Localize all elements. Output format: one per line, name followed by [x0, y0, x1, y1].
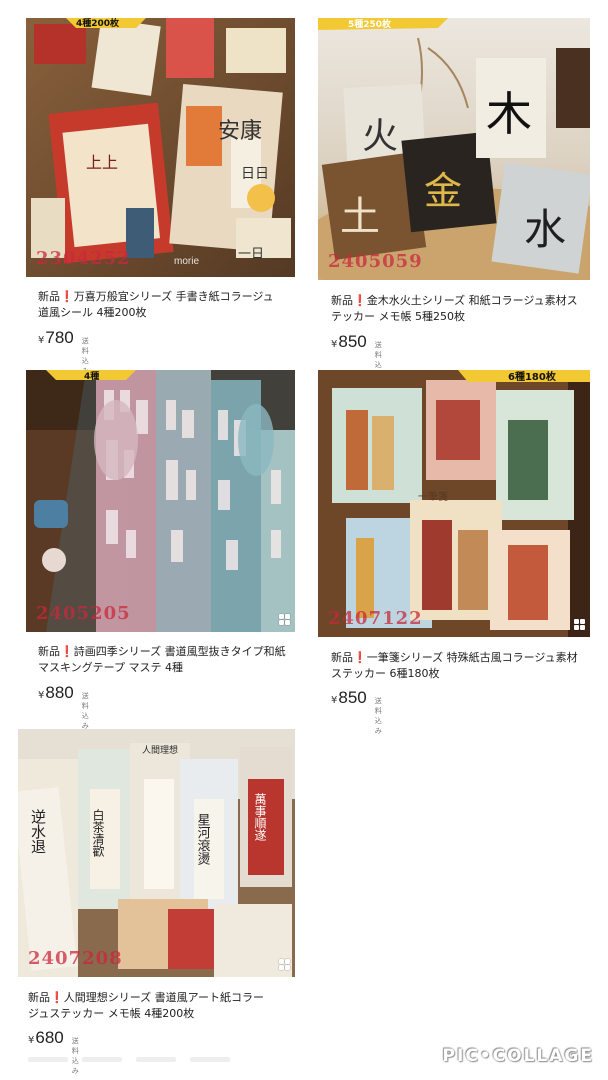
price: ¥ 780 送料込み [38, 328, 89, 376]
photo-label: 安康 [218, 119, 262, 144]
photo-label: 一筆箋 [418, 490, 448, 503]
multiple-images-icon [279, 614, 291, 626]
price-amount: 880 [45, 683, 74, 702]
new-label: 新品 [331, 294, 353, 307]
new-label: 新品 [331, 651, 353, 664]
photo-label: 一日 [238, 247, 264, 262]
photo-label: 上上 [86, 153, 118, 172]
title-line-1: 金木水火土シリーズ 和紙コラージュ素材ス [366, 294, 578, 307]
collage-watermark: PIC•COLLAGE [442, 1046, 594, 1066]
title-line-2: 道風シール 4種200枚 [38, 306, 147, 319]
multiple-images-icon [279, 959, 291, 971]
alert-icon: ❗ [353, 294, 367, 307]
price-amount: 780 [45, 328, 74, 347]
title-line-2: マスキングテープ マステ 4種 [38, 661, 184, 674]
product-image[interactable]: 一筆箋 6種180枚 2407122 [318, 370, 590, 637]
title-line-1: 人間理想シリーズ 書道風アート紙コラー [63, 991, 264, 1004]
memo-pads-photo: 木 火 金 土 水 5種250枚 [318, 18, 590, 280]
product-title[interactable]: 新品❗万喜万般宜シリーズ 手書き紙コラージュ 道風シール 4種200枚 [38, 289, 296, 321]
stickers-photo: 安康 日日 一日 上上 4種200枚 [26, 18, 295, 277]
stationery-photo: 一筆箋 6種180枚 [318, 370, 590, 637]
loading-placeholders [28, 1057, 230, 1062]
product-title[interactable]: 新品❗一筆箋シリーズ 特殊紙古風コラージュ素材 ステッカー 6種180枚 [331, 650, 590, 682]
placeholder-bar [190, 1057, 230, 1062]
product-code: 2304252 [36, 248, 131, 269]
price-amount: 850 [338, 688, 367, 707]
photo-label: 星河滾燙 [195, 813, 211, 865]
photo-label: 逆水退 [29, 809, 47, 854]
image-watermark: morie [174, 256, 200, 267]
title-line-2: ジュステッカー メモ帳 4種200枚 [28, 1007, 195, 1020]
placeholder-bar [28, 1057, 68, 1062]
product-image[interactable]: 木 火 金 土 水 5種250枚 2405059 [318, 18, 590, 280]
yen-symbol: ¥ [331, 695, 338, 706]
product-image[interactable]: 人間理想 白茶清歡 星河滾燙 萬事順遂 逆水退 2407208 [18, 729, 295, 977]
title-line-1: 詩画四季シリーズ 書道風型抜きタイプ和紙 [73, 645, 286, 658]
yen-symbol: ¥ [38, 335, 45, 346]
alert-icon: ❗ [50, 991, 64, 1004]
shipping-label: 送料込み [81, 692, 89, 730]
banner-text: 4種200枚 [76, 18, 120, 29]
banner-text: 4種 [84, 370, 99, 382]
new-label: 新品 [28, 991, 50, 1004]
multiple-images-icon [574, 619, 586, 631]
photo-label: 土 [340, 194, 380, 240]
placeholder-bar [82, 1057, 122, 1062]
yen-symbol: ¥ [331, 339, 338, 350]
banner-text: 6種180枚 [508, 370, 557, 383]
alert-icon: ❗ [60, 645, 74, 658]
product-title[interactable]: 新品❗詩画四季シリーズ 書道風型抜きタイプ和紙 マスキングテープ マステ 4種 [38, 644, 296, 676]
product-title[interactable]: 新品❗金木水火土シリーズ 和紙コラージュ素材ス テッカー メモ帳 5種250枚 [331, 293, 590, 325]
placeholder-bar [136, 1057, 176, 1062]
price: ¥ 680 送料込み [28, 1028, 79, 1076]
price-amount: 680 [35, 1028, 64, 1047]
new-label: 新品 [38, 290, 60, 303]
shipping-label: 送料込み [374, 697, 382, 735]
alert-icon: ❗ [60, 290, 74, 303]
yen-symbol: ¥ [38, 690, 45, 701]
product-title[interactable]: 新品❗人間理想シリーズ 書道風アート紙コラー ジュステッカー メモ帳 4種200… [28, 990, 296, 1022]
product-code: 2405059 [328, 251, 423, 272]
title-line-1: 万喜万般宜シリーズ 手書き紙コラージュ [73, 290, 274, 303]
product-code: 2407122 [328, 608, 423, 629]
photo-label: 火 [362, 116, 398, 157]
masking-tape-photo: 4種 [26, 370, 295, 632]
product-image[interactable]: 4種 2405205 [26, 370, 295, 632]
shipping-label: 送料込み [71, 1037, 79, 1075]
product-code: 2405205 [36, 603, 131, 624]
banner-text: 5種250枚 [348, 18, 392, 30]
yen-symbol: ¥ [28, 1035, 35, 1046]
photo-label: 水 [524, 205, 566, 254]
art-paper-photo: 人間理想 白茶清歡 星河滾燙 萬事順遂 逆水退 [18, 729, 295, 977]
price: ¥ 880 送料込み [38, 683, 89, 731]
photo-label: 萬事順遂 [253, 793, 267, 841]
alert-icon: ❗ [353, 651, 367, 664]
product-code: 2407208 [28, 948, 123, 969]
title-line-1: 一筆箋シリーズ 特殊紙古風コラージュ素材 [366, 651, 578, 664]
price: ¥ 850 送料込み [331, 688, 382, 736]
photo-label: 木 [486, 87, 532, 141]
photo-label: 金 [424, 169, 462, 213]
title-line-2: ステッカー 6種180枚 [331, 667, 440, 680]
photo-label: 人間理想 [142, 744, 178, 756]
new-label: 新品 [38, 645, 60, 658]
title-line-2: テッカー メモ帳 5種250枚 [331, 310, 465, 323]
product-image[interactable]: 安康 日日 一日 上上 4種200枚 2304252 morie [26, 18, 295, 277]
photo-label: 白茶清歡 [91, 808, 105, 857]
price-amount: 850 [338, 332, 367, 351]
photo-label: 日日 [241, 166, 269, 182]
